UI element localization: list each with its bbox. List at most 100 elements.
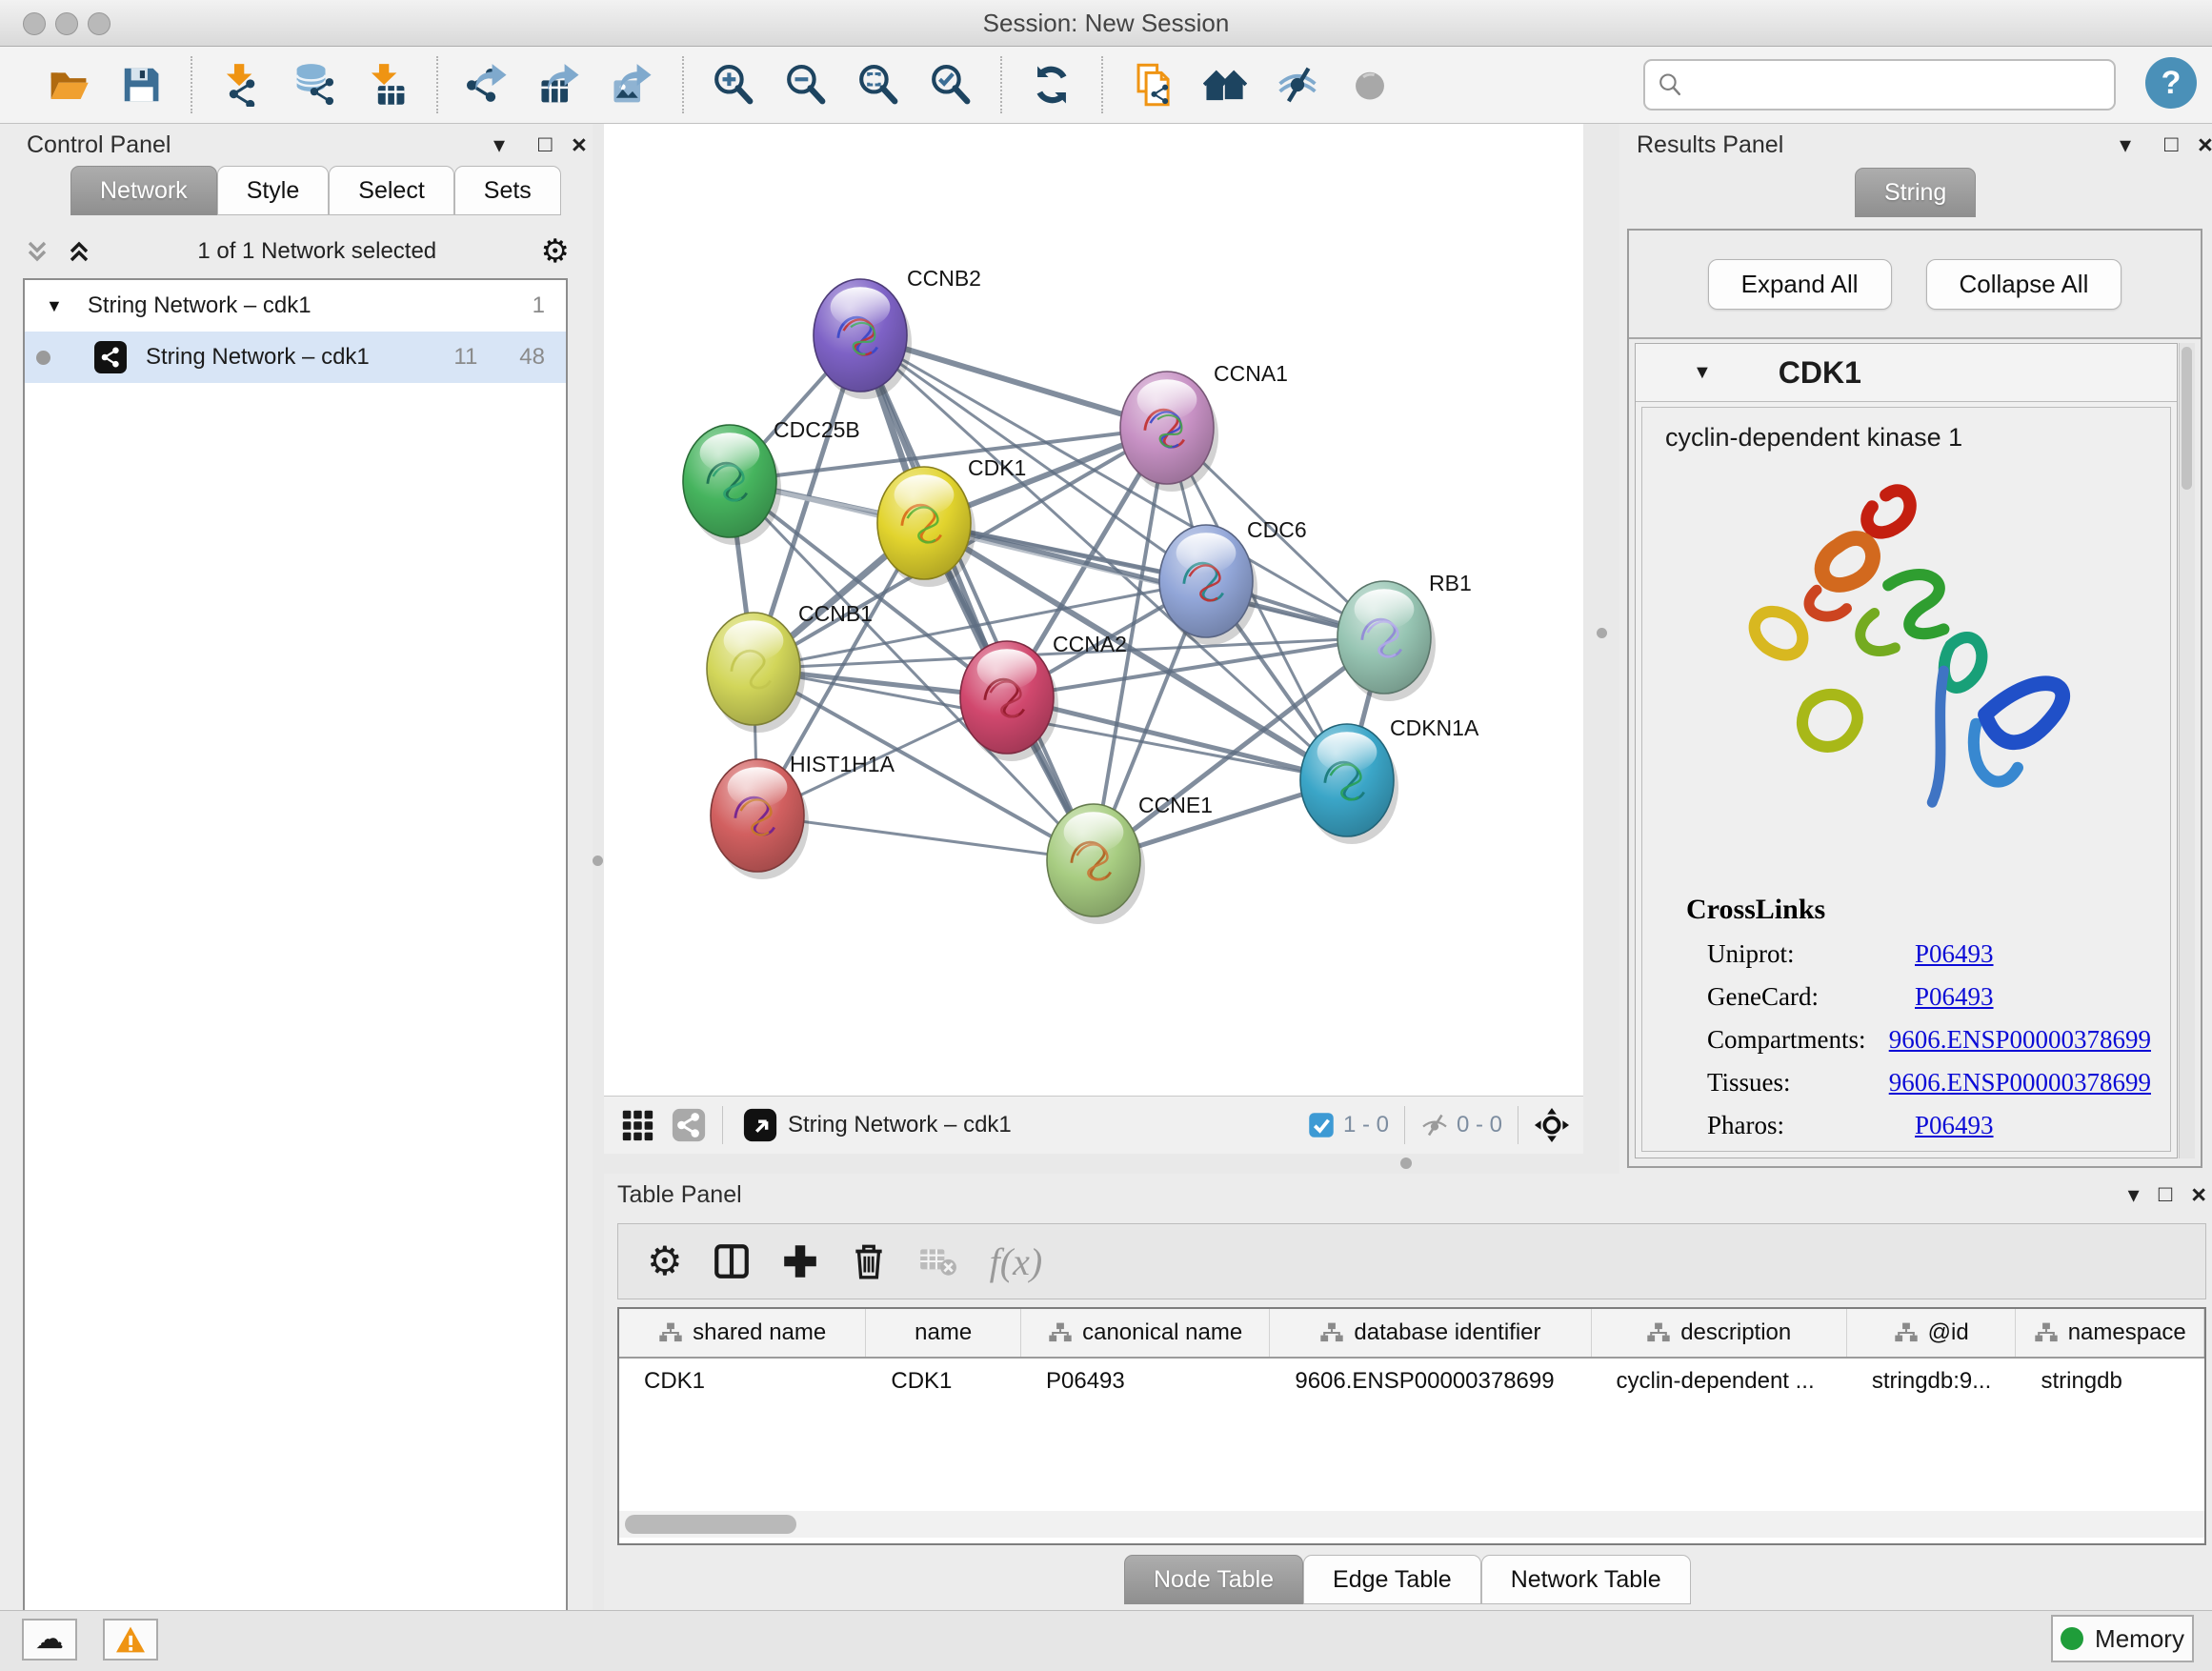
column-header-namespace[interactable]: namespace [2016,1309,2204,1357]
edge-CCNB2-CCNE1[interactable] [860,335,1094,860]
export-network-button[interactable] [457,57,518,112]
import-table-from-file-button[interactable] [356,57,417,112]
network-graph[interactable]: CCNB2 CCNA1 CDC25B CDK1 CDC6 RB1 CCNB1 [604,124,1583,1096]
tab-select[interactable]: Select [329,166,453,215]
crosslink-link[interactable]: P06493 [1915,1111,1994,1140]
search-input[interactable] [1683,66,2114,104]
network-collection-row[interactable]: ▼ String Network – cdk1 1 [25,280,566,332]
zoom-fit-content-button[interactable] [848,57,909,112]
table-horizontal-scrollbar[interactable] [619,1511,2204,1538]
save-session-button[interactable] [111,57,171,112]
panel-menu-icon[interactable]: ▾ [493,131,505,159]
network-canvas[interactable]: CCNB2 CCNA1 CDC25B CDK1 CDC6 RB1 CCNB1 [604,124,1583,1096]
table-settings-gear-icon[interactable]: ⚙ [647,1241,683,1281]
search-icon [1657,71,1683,98]
hidden-eye-icon[interactable] [1420,1111,1449,1139]
tab-network-table[interactable]: Network Table [1481,1555,1691,1604]
import-network-from-database-button[interactable] [284,57,345,112]
collection-expand-icon[interactable]: ▼ [46,296,63,316]
crosslink-link[interactable]: P06493 [1915,982,1994,1012]
network-options-gear-icon[interactable]: ⚙ [541,235,570,268]
column-type-icon [1646,1320,1671,1345]
help-button[interactable]: ? [2145,57,2197,109]
column-header-shared-name[interactable]: shared name [619,1309,866,1357]
export-image-button[interactable] [602,57,663,112]
tab-style[interactable]: Style [217,166,330,215]
delete-column-icon[interactable] [849,1241,889,1281]
cloud-status-button[interactable]: ☁ [22,1619,77,1661]
network-view-icon[interactable] [671,1107,707,1143]
table-cell: CDK1 [619,1359,866,1404]
tab-string[interactable]: String [1855,168,1976,217]
float-panel-icon[interactable]: □ [538,131,553,158]
tab-edge-table[interactable]: Edge Table [1303,1555,1481,1604]
node-CCNA2[interactable]: CCNA2 [960,632,1127,761]
open-session-button[interactable] [38,57,99,112]
float-panel-icon[interactable]: □ [2159,1181,2173,1208]
expand-all-button[interactable]: Expand All [1708,259,1892,310]
crosslink-link[interactable]: P06493 [1915,939,1994,969]
export-table-button[interactable] [530,57,591,112]
horizontal-splitter-handle[interactable] [1400,1158,1412,1169]
left-splitter-handle[interactable] [593,856,603,866]
column-header-canonical-name[interactable]: canonical name [1021,1309,1270,1357]
expand-all-icon[interactable] [65,237,93,266]
section-expand-icon[interactable]: ▼ [1693,362,1712,384]
hide-selected-button[interactable] [1267,57,1328,112]
column-header-description[interactable]: description [1592,1309,1847,1357]
right-splitter-handle[interactable] [1597,628,1607,638]
selected-checkbox-icon[interactable] [1307,1111,1336,1139]
show-all-button[interactable] [1339,57,1400,112]
apply-preferred-layout-button[interactable] [1021,57,1082,112]
first-neighbors-of-selected-button[interactable] [1195,57,1256,112]
crosslink-link[interactable]: 9606.ENSP00000378699 [1889,1025,2151,1055]
memory-status-dot [2061,1627,2083,1650]
grid-view-icon[interactable] [619,1107,655,1143]
network-row[interactable]: String Network – cdk1 11 48 [25,332,566,383]
zoom-selected-region-button[interactable] [920,57,981,112]
tab-node-table[interactable]: Node Table [1124,1555,1303,1604]
node-CCNB1[interactable]: CCNB1 [707,601,873,733]
collapse-all-button[interactable]: Collapse All [1926,259,2122,310]
memory-button[interactable]: Memory [2051,1615,2194,1662]
column-header-database-identifier[interactable]: database identifier [1270,1309,1591,1357]
close-panel-icon[interactable]: × [2191,1180,2206,1210]
table-row[interactable]: CDK1CDK1P064939606.ENSP00000378699cyclin… [619,1359,2204,1404]
birdseye-toggle-icon[interactable] [1534,1107,1570,1143]
float-panel-icon[interactable]: □ [2164,131,2179,158]
network-icon [94,341,127,373]
crosslink-link[interactable]: 9606.ENSP00000378699 [1889,1068,2151,1097]
export-table-icon [538,63,582,107]
panel-menu-icon[interactable]: ▾ [2128,1181,2140,1209]
tab-network[interactable]: Network [70,166,217,215]
column-header-name[interactable]: name [866,1309,1021,1357]
collapse-all-icon[interactable] [23,237,51,266]
warnings-button[interactable] [103,1619,158,1661]
results-panel: Results Panel ▾ □ × String Expand All Co… [1619,124,2212,1174]
new-network-from-selection-button[interactable] [1122,57,1183,112]
toggle-columns-icon[interactable] [712,1241,752,1281]
edge-CDK1-RB1[interactable] [924,523,1384,637]
node-CDKN1A[interactable]: CDKN1A [1300,715,1479,844]
import-network-from-database-icon [292,63,336,107]
panel-menu-icon[interactable]: ▾ [2120,131,2131,159]
crosslink-row: Uniprot:P06493 [1686,939,2151,969]
node-CCNB2[interactable]: CCNB2 [814,266,981,399]
node-table[interactable]: shared namenamecanonical namedatabase id… [617,1307,2206,1545]
detach-view-icon[interactable] [742,1107,778,1143]
node-HIST1H1A[interactable]: HIST1H1A [711,752,895,879]
zoom-out-button[interactable] [775,57,836,112]
node-CCNE1[interactable]: CCNE1 [1047,793,1213,924]
zoom-in-button[interactable] [703,57,764,112]
node-CCNA1[interactable]: CCNA1 [1120,361,1288,492]
results-scrollbar[interactable] [2179,343,2195,1158]
close-panel-icon[interactable]: × [572,131,587,160]
gene-section-header[interactable]: ▼ CDK1 [1636,344,2177,402]
close-panel-icon[interactable]: × [2198,131,2212,160]
tab-sets[interactable]: Sets [454,166,561,215]
search-field[interactable] [1643,59,2116,111]
import-network-from-file-button[interactable] [211,57,272,112]
node-RB1[interactable]: RB1 [1337,571,1472,701]
column-header--id[interactable]: @id [1847,1309,2017,1357]
create-column-icon[interactable] [780,1241,820,1281]
